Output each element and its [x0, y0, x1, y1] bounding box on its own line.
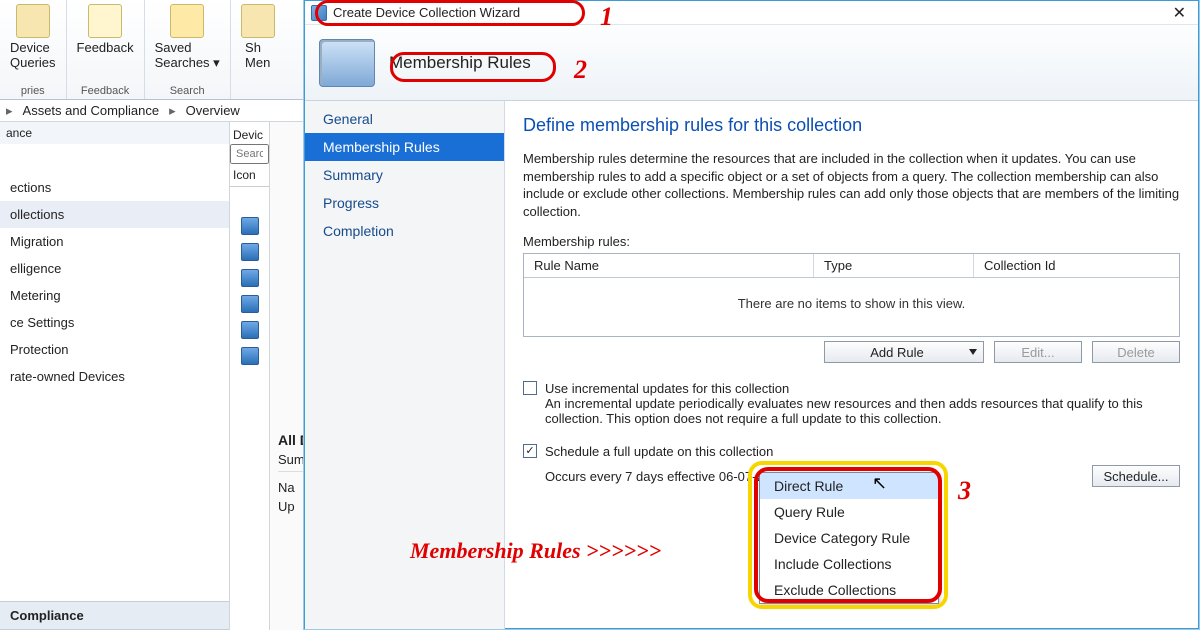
step-progress[interactable]: Progress	[305, 189, 504, 217]
pane-description: Membership rules determine the resources…	[523, 150, 1180, 220]
nav-item[interactable]: Migration	[0, 228, 229, 255]
wizard-subtitle: Membership Rules	[389, 53, 531, 73]
step-general[interactable]: General	[305, 105, 504, 133]
col-type[interactable]: Type	[814, 254, 974, 277]
pane-heading: Define membership rules for this collect…	[523, 115, 1180, 136]
add-rule-menu: Direct Rule Query Rule Device Category R…	[759, 472, 939, 604]
menu-direct-rule[interactable]: Direct Rule	[760, 473, 938, 499]
wizard-dialog: Create Device Collection Wizard ✕ Member…	[304, 0, 1199, 629]
step-summary[interactable]: Summary	[305, 161, 504, 189]
nav-item[interactable]: ce Settings	[0, 309, 229, 336]
nav-item[interactable]: ollections	[0, 201, 229, 228]
wizard-title: Create Device Collection Wizard	[333, 5, 520, 20]
nav-item[interactable]: Metering	[0, 282, 229, 309]
add-rule-label: Add Rule	[870, 345, 923, 360]
ribbon-btn-device-queries[interactable]: DeviceQueries	[10, 4, 56, 70]
collection-icon[interactable]	[241, 295, 259, 313]
step-membership-rules[interactable]: Membership Rules	[305, 133, 504, 161]
fullupdate-label: Schedule a full update on this collectio…	[545, 444, 773, 459]
menu-include-collections[interactable]: Include Collections	[760, 551, 938, 577]
nav-item[interactable]: Protection	[0, 336, 229, 363]
incremental-row: Use incremental updates for this collect…	[523, 381, 1180, 396]
ribbon-btn-saved-searches[interactable]: SavedSearches ▾	[155, 4, 220, 71]
delete-button[interactable]: Delete	[1092, 341, 1180, 363]
col-collection-id[interactable]: Collection Id	[974, 254, 1179, 277]
members-icon	[241, 4, 275, 38]
ribbon-group-feedback: Feedback Feedback	[67, 0, 145, 99]
feedback-icon	[88, 4, 122, 38]
ribbon-group-label: Search	[170, 85, 205, 97]
nav-item[interactable]: rate-owned Devices	[0, 363, 229, 390]
grid-empty: There are no items to show in this view.	[524, 278, 1179, 329]
ribbon-group-label: pries	[21, 85, 45, 97]
icon-grid	[230, 187, 269, 365]
menu-device-category-rule[interactable]: Device Category Rule	[760, 525, 938, 551]
nav-list: ections ollections Migration elligence M…	[0, 174, 229, 601]
nav-item[interactable]: elligence	[0, 255, 229, 282]
icon-col-header: Icon	[230, 164, 269, 187]
search-icon	[170, 4, 204, 38]
grid-label: Membership rules:	[523, 234, 1180, 249]
collection-icon[interactable]	[241, 217, 259, 235]
incremental-checkbox[interactable]	[523, 381, 537, 395]
annotation-text: Membership Rules >>>>>>	[410, 538, 661, 564]
titlebar: Create Device Collection Wizard ✕	[305, 1, 1198, 25]
close-button[interactable]: ✕	[1167, 3, 1192, 23]
annotation-num-2: 2	[574, 55, 587, 85]
menu-query-rule[interactable]: Query Rule	[760, 499, 938, 525]
computer-icon	[319, 39, 375, 87]
breadcrumb-item[interactable]: Assets and Compliance	[23, 103, 160, 118]
ribbon-btn-feedback[interactable]: Feedback	[77, 4, 134, 55]
ribbon-btn-label: Feedback	[77, 40, 134, 55]
dropdown-icon	[969, 349, 977, 355]
nav-category[interactable]: Compliance	[0, 601, 229, 630]
list-column: Devic Icon	[230, 122, 270, 630]
col-rule-name[interactable]: Rule Name	[524, 254, 814, 277]
nav-sidebar: ance ections ollections Migration ellige…	[0, 122, 230, 630]
bc-sep-icon: ▸	[169, 103, 176, 119]
rules-grid[interactable]: Rule Name Type Collection Id There are n…	[523, 253, 1180, 337]
queries-icon	[16, 4, 50, 38]
schedule-button[interactable]: Schedule...	[1092, 465, 1180, 487]
bc-sep-icon: ▸	[6, 103, 13, 119]
incremental-desc: An incremental update periodically evalu…	[545, 396, 1180, 426]
breadcrumb-item[interactable]: Overview	[186, 103, 240, 118]
collection-icon[interactable]	[241, 321, 259, 339]
ribbon-group-queries: DeviceQueries pries	[0, 0, 67, 99]
wizard-header: Membership Rules	[305, 25, 1198, 101]
ribbon-group-members: ShMen	[231, 0, 285, 99]
incremental-label: Use incremental updates for this collect…	[545, 381, 789, 396]
collection-icon[interactable]	[241, 269, 259, 287]
search-input[interactable]	[230, 144, 269, 164]
edit-button[interactable]: Edit...	[994, 341, 1082, 363]
fullupdate-row: ✓ Schedule a full update on this collect…	[523, 444, 1180, 459]
nav-header: ance	[0, 122, 229, 144]
grid-buttons: Add Rule Edit... Delete	[523, 341, 1180, 363]
menu-exclude-collections[interactable]: Exclude Collections	[760, 577, 938, 603]
list-header: Devic	[230, 126, 269, 144]
annotation-num-1: 1	[600, 2, 613, 32]
add-rule-button[interactable]: Add Rule	[824, 341, 984, 363]
ribbon-group-search: SavedSearches ▾ Search	[145, 0, 231, 99]
collection-icon[interactable]	[241, 243, 259, 261]
annotation-num-3: 3	[958, 476, 971, 506]
grid-header: Rule Name Type Collection Id	[524, 254, 1179, 278]
ribbon-group-label: Feedback	[81, 85, 129, 97]
wizard-icon	[311, 5, 327, 21]
step-completion[interactable]: Completion	[305, 217, 504, 245]
nav-item[interactable]: ections	[0, 174, 229, 201]
collection-icon[interactable]	[241, 347, 259, 365]
ribbon-btn-show-members[interactable]: ShMen	[241, 4, 275, 70]
fullupdate-checkbox[interactable]: ✓	[523, 444, 537, 458]
ribbon-group-label	[256, 85, 259, 97]
